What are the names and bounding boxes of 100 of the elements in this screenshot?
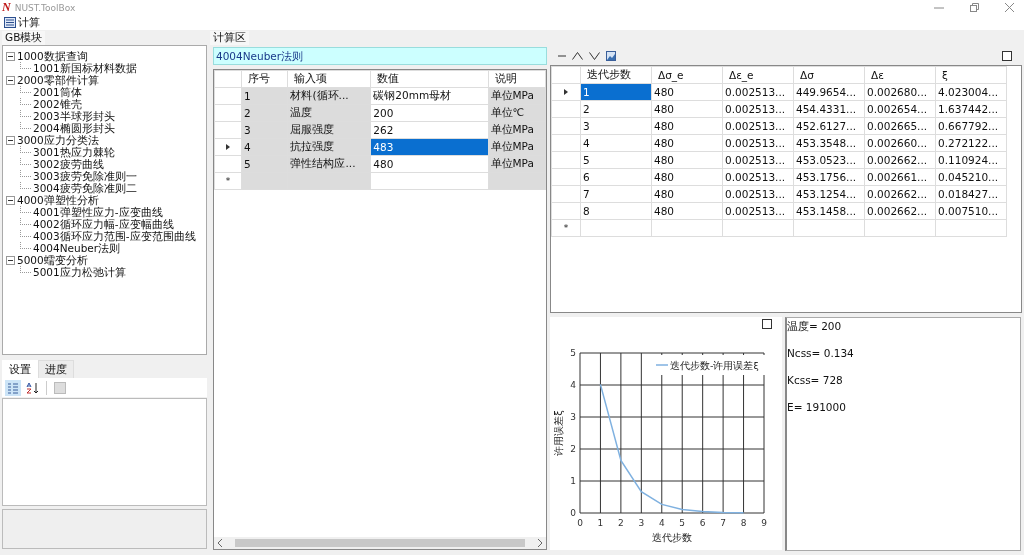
collapse-icon[interactable] <box>6 51 15 61</box>
tree-item[interactable]: 1001新国标材料数据 <box>33 62 137 74</box>
table-cell[interactable]: 0.002662... <box>864 151 936 169</box>
tree-item[interactable]: 4004Neuber法则 <box>33 242 121 254</box>
collapse-icon[interactable] <box>6 135 15 145</box>
scroll-left-icon[interactable] <box>217 539 223 547</box>
table-cell[interactable]: 0.002662... <box>864 185 936 203</box>
tree-item[interactable]: 2000零部件计算 <box>17 74 99 86</box>
property-pages-button[interactable] <box>52 379 68 396</box>
table-cell[interactable]: 480 <box>651 100 723 118</box>
tree-item[interactable]: 4000弹塑性分析 <box>17 194 99 206</box>
chevron-down-icon[interactable] <box>589 52 600 60</box>
table-cell[interactable]: 0.002662... <box>864 202 936 220</box>
tab[interactable]: 计算区 <box>210 31 249 45</box>
table-cell[interactable]: 7 <box>580 185 652 203</box>
close-icon[interactable] <box>1005 3 1014 12</box>
table-cell[interactable]: 453.1458... <box>793 202 865 220</box>
table-cell[interactable]: 480 <box>651 185 723 203</box>
column-header[interactable]: ξ <box>935 66 1007 84</box>
table-cell[interactable]: 0.002661... <box>864 168 936 186</box>
table-cell[interactable]: 0.002513... <box>722 134 794 152</box>
table-cell[interactable]: 452.6127... <box>793 117 865 135</box>
column-header[interactable]: 序号 <box>241 70 288 88</box>
table-cell[interactable]: 0.002513... <box>722 151 794 169</box>
table-cell[interactable]: 454.4331... <box>793 100 865 118</box>
table-cell[interactable]: 碳钢20mm母材 <box>370 87 488 105</box>
checkbox-icon[interactable] <box>762 319 772 329</box>
table-cell[interactable]: 0.002513... <box>722 168 794 186</box>
table-cell[interactable]: 0.002660... <box>864 134 936 152</box>
table-cell[interactable]: 0.002513... <box>722 117 794 135</box>
scroll-right-icon[interactable] <box>537 539 543 547</box>
tree-item[interactable]: 5001应力松弛计算 <box>33 266 126 278</box>
collapse-icon[interactable] <box>6 195 15 205</box>
table-cell[interactable]: 0.018427... <box>935 185 1007 203</box>
table-cell[interactable]: 480 <box>651 134 723 152</box>
table-cell[interactable]: 0.667792... <box>935 117 1007 135</box>
image-icon[interactable] <box>606 51 616 61</box>
tab[interactable]: 设置 <box>2 360 38 378</box>
tree-item[interactable]: 4001弹塑性应力-应变曲线 <box>33 206 163 218</box>
menu-item[interactable]: 计算 <box>4 15 40 30</box>
tree-item[interactable]: 2002锥壳 <box>33 98 82 110</box>
tab[interactable]: GB模块 <box>2 31 46 45</box>
horizontal-scrollbar[interactable] <box>214 537 546 549</box>
table-cell[interactable]: 2 <box>580 100 652 118</box>
column-header[interactable]: Δε_e <box>722 66 794 84</box>
column-header[interactable]: Δσ_e <box>651 66 723 84</box>
table-cell[interactable]: 0.002513... <box>722 83 794 101</box>
table-cell[interactable]: 480 <box>651 151 723 169</box>
restore-icon[interactable] <box>970 3 979 12</box>
tree-item[interactable]: 3003疲劳免除准则一 <box>33 170 137 182</box>
table-cell[interactable]: 480 <box>651 168 723 186</box>
table-cell[interactable]: 0.272122... <box>935 134 1007 152</box>
column-header[interactable]: 输入项 <box>287 70 371 88</box>
chevron-up-icon[interactable] <box>572 52 583 60</box>
column-header[interactable]: 迭代步数 <box>580 66 652 84</box>
table-cell[interactable]: 262 <box>370 121 488 139</box>
tree-item[interactable]: 2003半球形封头 <box>33 110 115 122</box>
tree-item[interactable]: 3002疲劳曲线 <box>33 158 104 170</box>
table-cell[interactable]: 4 <box>580 134 652 152</box>
collapse-icon[interactable] <box>6 255 15 265</box>
table-cell[interactable]: 0.045210... <box>935 168 1007 186</box>
minus-icon[interactable] <box>558 52 566 60</box>
table-cell[interactable]: 480 <box>651 83 723 101</box>
table-cell[interactable]: 6 <box>580 168 652 186</box>
table-cell[interactable]: 453.0523... <box>793 151 865 169</box>
tree-item[interactable]: 3004疲劳免除准则二 <box>33 182 137 194</box>
table-cell[interactable]: 0.007510... <box>935 202 1007 220</box>
table-cell[interactable]: 8 <box>580 202 652 220</box>
table-cell[interactable]: 0.002654... <box>864 100 936 118</box>
column-header[interactable]: 数值 <box>370 70 488 88</box>
categorized-button[interactable] <box>5 379 21 396</box>
table-cell[interactable]: 480 <box>651 202 723 220</box>
table-cell[interactable]: 0.002665... <box>864 117 936 135</box>
table-cell[interactable]: 5 <box>580 151 652 169</box>
tree-item[interactable]: 1000数据查询 <box>17 50 88 62</box>
table-cell[interactable]: 453.1756... <box>793 168 865 186</box>
column-header[interactable]: Δσ <box>793 66 865 84</box>
table-cell[interactable]: 0.002513... <box>722 100 794 118</box>
table-cell[interactable]: 0.002513... <box>722 202 794 220</box>
tree-item[interactable]: 3000应力分类法 <box>17 134 99 146</box>
tree-item[interactable]: 4002循环应力幅-应变幅曲线 <box>33 218 174 230</box>
table-cell[interactable]: 453.1254... <box>793 185 865 203</box>
table-cell[interactable]: 0.110924... <box>935 151 1007 169</box>
table-cell[interactable]: 1.637442... <box>935 100 1007 118</box>
tree-item[interactable]: 3001热应力棘轮 <box>33 146 115 158</box>
tree-item[interactable]: 2004椭圆形封头 <box>33 122 115 134</box>
checkbox-icon[interactable] <box>1002 51 1012 61</box>
tree-item[interactable]: 4003循环应力范围-应变范围曲线 <box>33 230 196 242</box>
table-cell[interactable]: 200 <box>370 104 488 122</box>
table-cell[interactable]: 0.002680... <box>864 83 936 101</box>
column-header[interactable]: 说明 <box>488 70 546 88</box>
column-header[interactable]: Δε <box>864 66 936 84</box>
table-cell[interactable]: 449.9654... <box>793 83 865 101</box>
table-cell[interactable]: 453.3548... <box>793 134 865 152</box>
table-cell[interactable]: 0.002513... <box>722 185 794 203</box>
collapse-icon[interactable] <box>6 75 15 85</box>
tab[interactable]: 进度 <box>38 360 74 378</box>
table-cell[interactable]: 480 <box>370 155 488 173</box>
table-cell[interactable]: 4.023004... <box>935 83 1007 101</box>
tree-item[interactable]: 5000蠕变分析 <box>17 254 88 266</box>
